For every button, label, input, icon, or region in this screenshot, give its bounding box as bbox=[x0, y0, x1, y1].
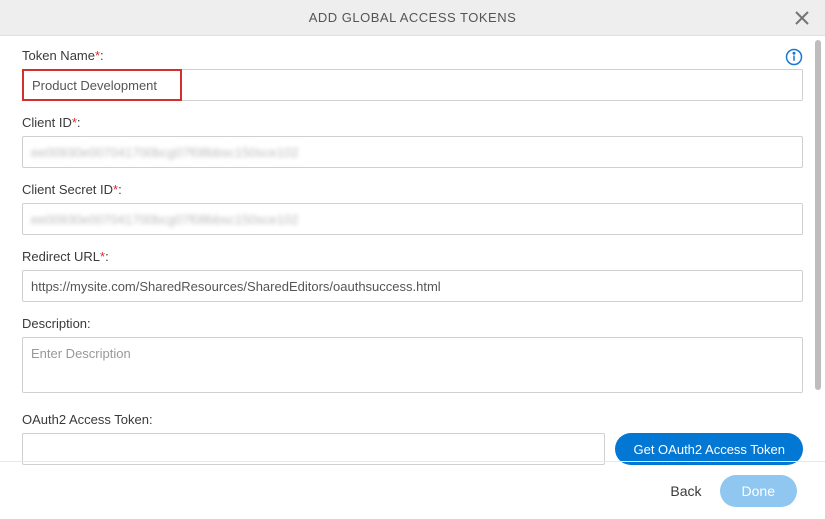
dialog-footer: Back Done bbox=[0, 461, 825, 519]
redirect-url-label: Redirect URL*: bbox=[22, 249, 803, 264]
token-name-field: Token Name*: bbox=[22, 48, 803, 101]
info-icon[interactable] bbox=[785, 48, 803, 66]
client-id-input[interactable]: ee00930e007041700bcg07f08bbsc150sce102 bbox=[22, 136, 803, 168]
oauth-token-field: OAuth2 Access Token: Get OAuth2 Access T… bbox=[22, 412, 803, 465]
dialog-body: Token Name*: Client ID*: ee00930e0070417… bbox=[0, 36, 825, 483]
description-label: Description: bbox=[22, 316, 803, 331]
description-input[interactable] bbox=[22, 337, 803, 393]
redirect-url-field: Redirect URL*: bbox=[22, 249, 803, 302]
close-icon[interactable] bbox=[793, 9, 811, 27]
redirect-url-input[interactable] bbox=[22, 270, 803, 302]
oauth-token-label: OAuth2 Access Token: bbox=[22, 412, 803, 427]
back-button[interactable]: Back bbox=[670, 483, 701, 499]
dialog-title: ADD GLOBAL ACCESS TOKENS bbox=[309, 10, 517, 25]
token-name-input[interactable] bbox=[22, 69, 182, 101]
client-secret-input[interactable]: ee00930e007041700bcg07f08bbsc150sce102 bbox=[22, 203, 803, 235]
token-name-input-extension[interactable] bbox=[182, 69, 803, 101]
scrollbar[interactable] bbox=[815, 40, 821, 390]
client-id-field: Client ID*: ee00930e007041700bcg07f08bbs… bbox=[22, 115, 803, 168]
client-id-label: Client ID*: bbox=[22, 115, 803, 130]
done-button[interactable]: Done bbox=[720, 475, 797, 507]
client-secret-label: Client Secret ID*: bbox=[22, 182, 803, 197]
dialog-header: ADD GLOBAL ACCESS TOKENS bbox=[0, 0, 825, 36]
description-field: Description: bbox=[22, 316, 803, 398]
token-name-label: Token Name*: bbox=[22, 48, 803, 63]
client-secret-field: Client Secret ID*: ee00930e007041700bcg0… bbox=[22, 182, 803, 235]
